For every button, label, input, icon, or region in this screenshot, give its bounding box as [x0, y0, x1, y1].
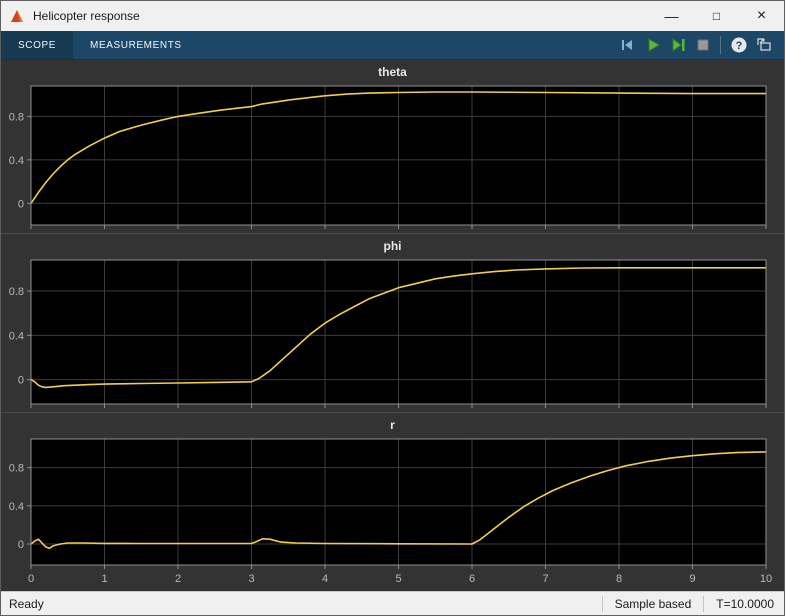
maximize-button[interactable]: □	[694, 1, 739, 31]
status-sample-mode: Sample based	[615, 597, 692, 611]
status-sim-time: T=10.0000	[716, 597, 774, 611]
app-icon	[9, 8, 25, 24]
chart-canvas-theta[interactable]: 0 0.4 0.8	[1, 82, 784, 233]
svg-text:0.4: 0.4	[9, 330, 24, 342]
close-button[interactable]: ×	[739, 1, 784, 31]
plot-region: theta 00.40.8 phi 00.40.8 r 00.40.801234…	[1, 60, 784, 591]
svg-text:?: ?	[735, 40, 742, 52]
toolstrip-actions: ?	[615, 33, 784, 58]
dock-icon	[755, 36, 773, 54]
tab-scope[interactable]: SCOPE	[1, 31, 73, 59]
run-icon	[644, 36, 662, 54]
status-separator	[703, 596, 704, 612]
dock-button[interactable]	[751, 33, 776, 58]
svg-text:0.4: 0.4	[9, 155, 24, 167]
svg-text:10: 10	[760, 573, 772, 585]
run-button[interactable]	[640, 33, 665, 58]
svg-text:2: 2	[175, 573, 181, 585]
svg-text:0: 0	[18, 198, 24, 210]
svg-text:0: 0	[28, 573, 34, 585]
chart-panel-phi: phi 00.40.8	[1, 234, 784, 413]
svg-text:0.8: 0.8	[9, 111, 24, 123]
svg-text:4: 4	[322, 573, 328, 585]
minimize-button[interactable]: —	[649, 1, 694, 31]
chart-title: theta	[1, 60, 784, 82]
svg-text:8: 8	[616, 573, 622, 585]
svg-text:5: 5	[395, 573, 401, 585]
svg-text:7: 7	[542, 573, 548, 585]
status-separator	[602, 596, 603, 612]
chart-panel-r: r 00.40.8012345678910	[1, 413, 784, 591]
stop-button[interactable]	[690, 33, 715, 58]
svg-text:0: 0	[18, 539, 24, 551]
stop-icon	[694, 36, 712, 54]
titlebar: Helicopter response — □ ×	[1, 1, 784, 31]
step-forward-button[interactable]	[665, 33, 690, 58]
tab-measurements[interactable]: MEASUREMENTS	[73, 31, 199, 59]
step-forward-icon	[669, 36, 687, 54]
chart-canvas-r[interactable]: 0 0.4 0.8 0 1 2 3 4 5 6 7 8 9 10	[1, 435, 784, 591]
status-ready: Ready	[1, 597, 44, 611]
svg-text:0.4: 0.4	[9, 501, 24, 513]
svg-text:0: 0	[18, 375, 24, 387]
window-title: Helicopter response	[33, 9, 140, 23]
svg-text:0.8: 0.8	[9, 286, 24, 298]
svg-text:9: 9	[689, 573, 695, 585]
svg-text:3: 3	[248, 573, 254, 585]
chart-canvas-phi[interactable]: 0 0.4 0.8	[1, 256, 784, 412]
svg-text:1: 1	[101, 573, 107, 585]
help-button[interactable]: ?	[726, 33, 751, 58]
status-right: Sample based T=10.0000	[590, 596, 784, 612]
window-controls: — □ ×	[649, 1, 784, 31]
toolstrip: SCOPE MEASUREMENTS	[1, 31, 784, 60]
chart-panel-theta: theta 0 0.4 0.8	[1, 60, 784, 234]
help-icon: ?	[730, 36, 748, 54]
step-back-button[interactable]	[615, 33, 640, 58]
scope-window: Helicopter response — □ × SCOPE MEASUREM…	[0, 0, 785, 616]
toolstrip-separator	[720, 36, 721, 54]
step-back-icon	[619, 36, 637, 54]
svg-text:0.8: 0.8	[9, 463, 24, 475]
svg-text:6: 6	[469, 573, 475, 585]
statusbar: Ready Sample based T=10.0000	[1, 591, 784, 615]
